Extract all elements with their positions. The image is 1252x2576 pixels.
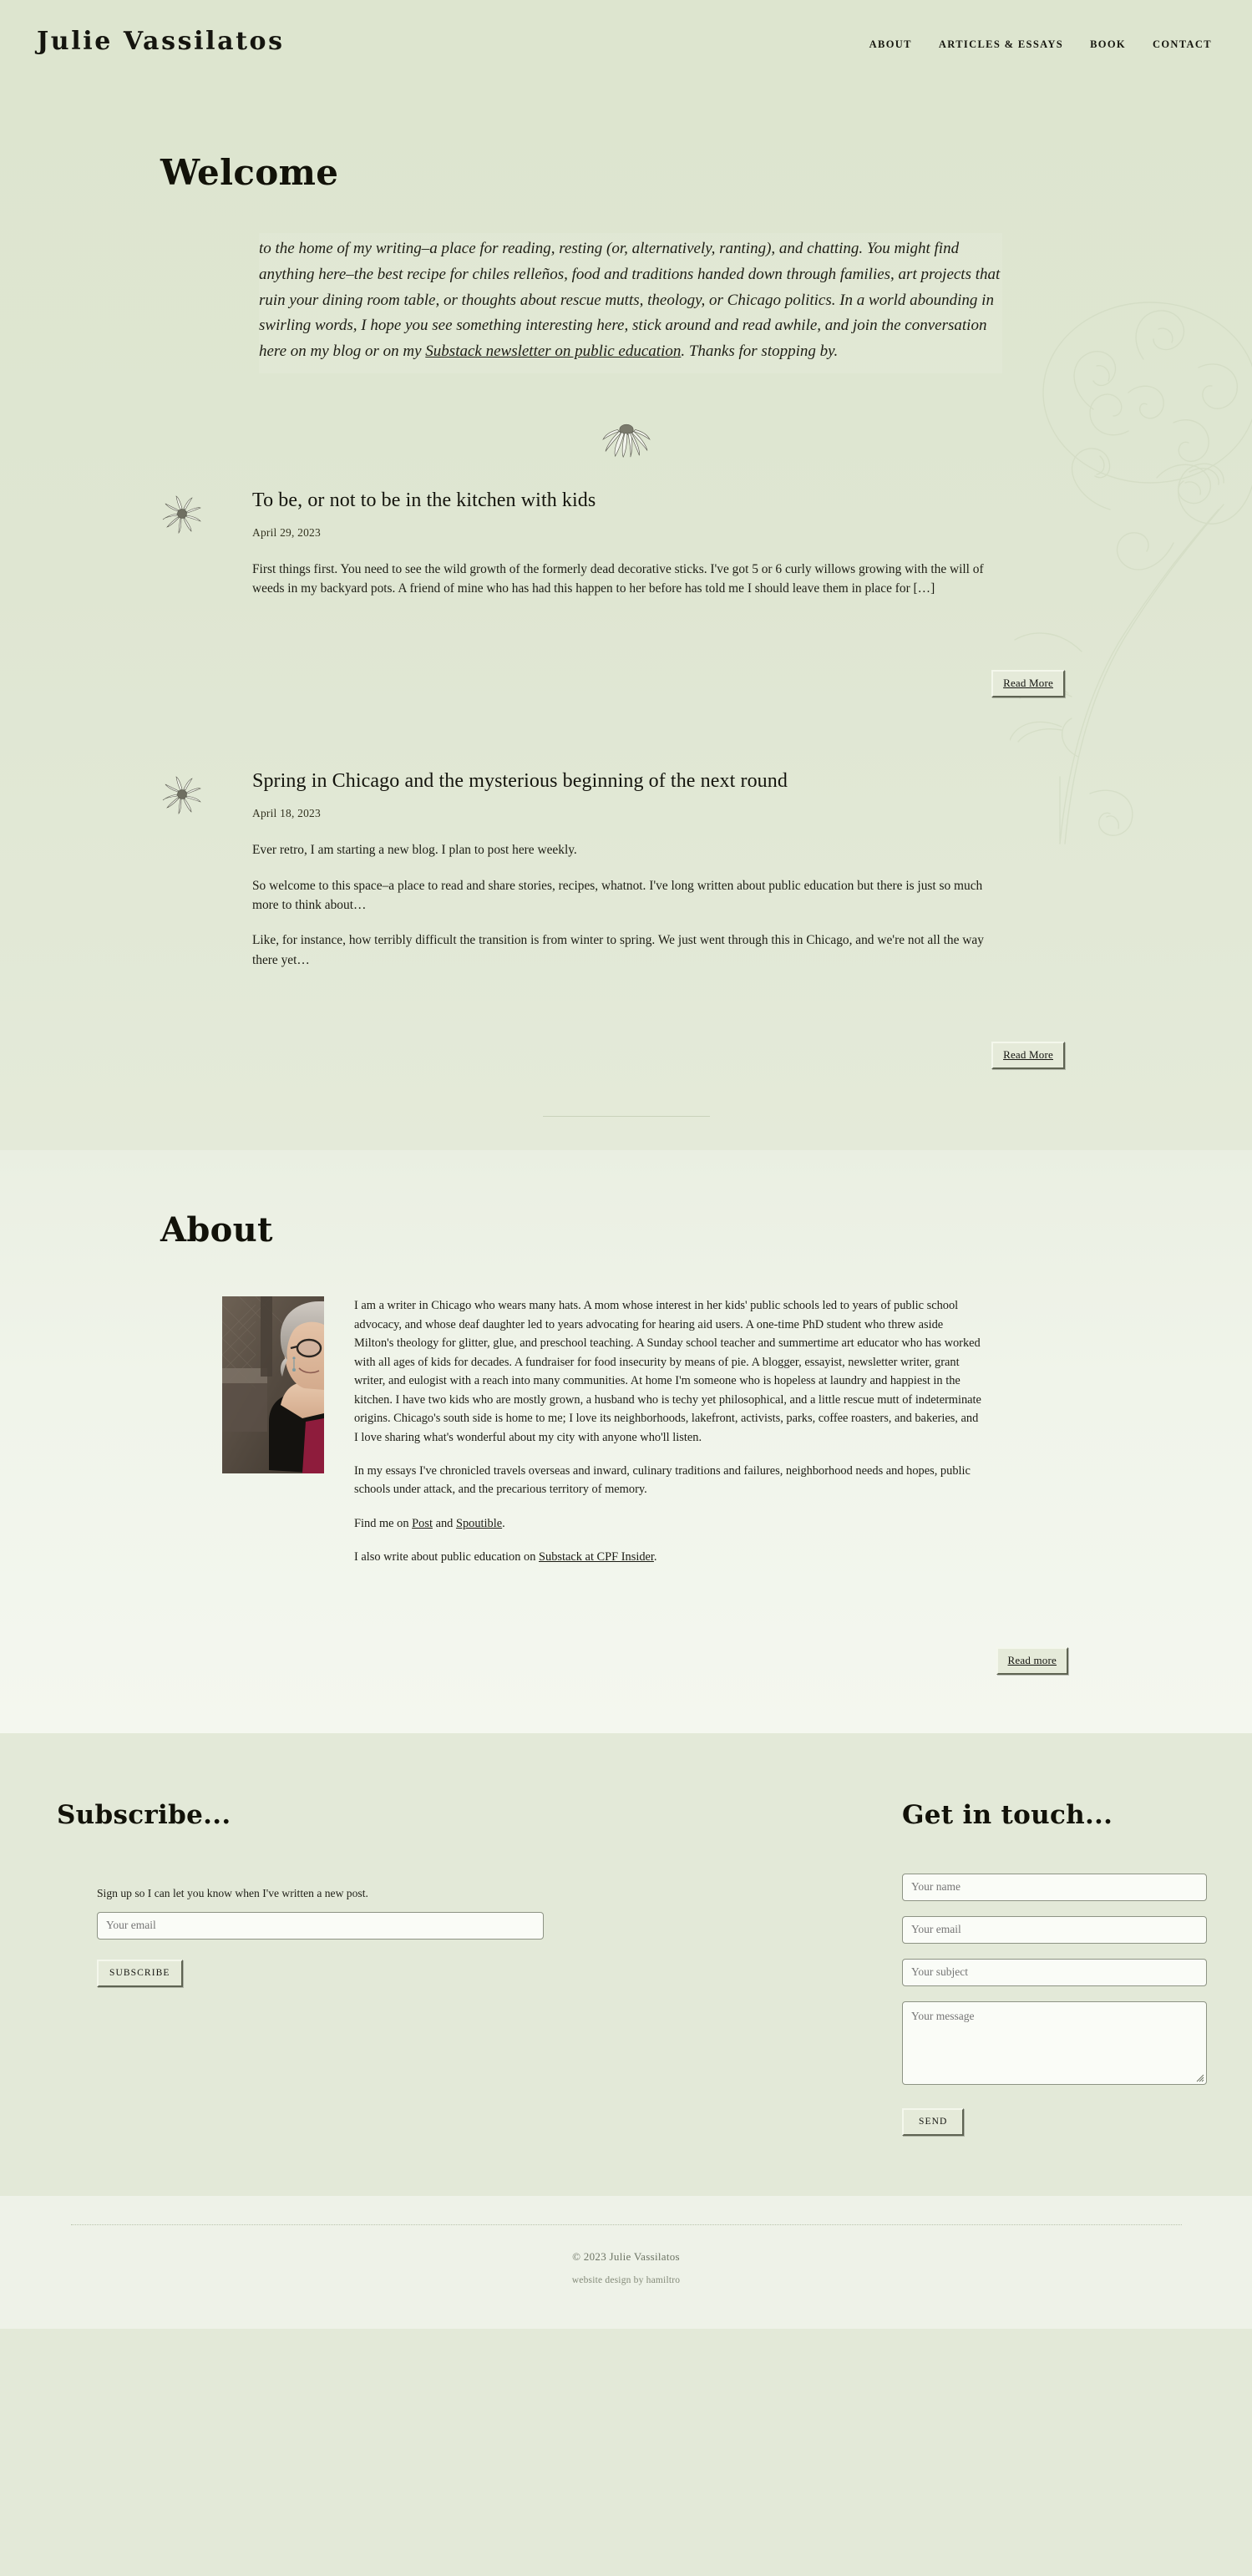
subscribe-contact-section: Subscribe... Sign up so I can let you kn… — [0, 1732, 1252, 2136]
read-more-label: Read More — [1003, 677, 1053, 690]
post-item: To be, or not to be in the kitchen with … — [0, 489, 1252, 599]
subscribe-button[interactable]: SUBSCRIBE — [97, 1959, 183, 1987]
post-paragraph: First things first. You need to see the … — [252, 561, 984, 596]
contact-email-input[interactable] — [902, 1915, 1207, 1944]
post-excerpt: First things first. You need to see the … — [252, 560, 1006, 599]
post-list: To be, or not to be in the kitchen with … — [0, 489, 1252, 1118]
subscribe-column: Subscribe... Sign up so I can let you kn… — [0, 1800, 618, 2136]
subscribe-email-input[interactable] — [97, 1911, 544, 1940]
nav-item-book[interactable]: BOOK — [1090, 38, 1126, 51]
subscribe-heading: Subscribe... — [57, 1799, 231, 1830]
intro-block: to the home of my writing–a place for re… — [259, 233, 1002, 373]
read-more-label: Read More — [1003, 1048, 1053, 1062]
site-header: Julie Vassilatos ABOUT ARTICLES & ESSAYS… — [0, 0, 1252, 100]
find-me-suffix: . — [502, 1516, 505, 1530]
about-heading: About — [160, 1210, 273, 1250]
post-action-row: Read More — [0, 1042, 1252, 1070]
post-item: Spring in Chicago and the mysterious beg… — [0, 769, 1252, 970]
substack-suffix: . — [653, 1550, 657, 1564]
find-me-mid: and — [432, 1516, 456, 1530]
intro-text-part2: . Thanks for stopping by. — [681, 342, 839, 361]
site-title[interactable]: Julie Vassilatos — [37, 27, 285, 56]
post-paragraph: Like, for instance, how terribly difficu… — [252, 933, 984, 967]
post-paragraph: Ever retro, I am starting a new blog. I … — [252, 843, 577, 858]
about-bio: I am a writer in Chicago who wears many … — [324, 1296, 984, 1567]
nav-item-contact[interactable]: CONTACT — [1153, 38, 1212, 51]
post-action-row: Read More — [0, 670, 1252, 698]
send-button[interactable]: SEND — [902, 2107, 965, 2136]
about-read-more-label: Read more — [1007, 1653, 1057, 1666]
read-more-button[interactable]: Read More — [991, 1042, 1065, 1070]
daisy-flower-icon — [162, 776, 201, 815]
post-date: April 18, 2023 — [252, 807, 321, 820]
author-portrait — [222, 1296, 324, 1474]
contact-message-wrapper — [902, 2000, 1207, 2085]
post-content: To be, or not to be in the kitchen with … — [220, 489, 1006, 599]
about-substack: I also write about public education on S… — [354, 1548, 984, 1566]
contact-column: Get in touch... SEND — [618, 1800, 1252, 2136]
nav-item-articles-essays[interactable]: ARTICLES & ESSAYS — [939, 38, 1063, 51]
daisy-flower-icon — [601, 423, 651, 458]
post-content: Spring in Chicago and the mysterious beg… — [220, 769, 1006, 970]
welcome-section: Welcome to the home of my writing–a plac… — [0, 100, 1252, 1151]
substack-newsletter-link[interactable]: Substack newsletter on public education — [425, 342, 681, 360]
find-me-prefix: Find me on — [354, 1516, 413, 1530]
post-social-link[interactable]: Post — [412, 1517, 433, 1530]
about-action-row: Read more — [0, 1646, 1252, 1733]
about-section: About I am a writer in Chicago who wears… — [0, 1150, 1252, 1733]
site-footer: © 2023 Julie Vassilatos website design b… — [0, 2195, 1252, 2329]
daisy-divider — [0, 418, 1252, 460]
contact-subject-input[interactable] — [902, 1958, 1207, 1986]
substack-cpf-insider-link[interactable]: Substack at CPF Insider — [539, 1550, 654, 1564]
welcome-heading: Welcome — [160, 152, 339, 193]
post-excerpt: Ever retro, I am starting a new blog. I … — [252, 840, 1006, 970]
footer-divider — [70, 2224, 1182, 2225]
substack-prefix: I also write about public education on — [354, 1550, 539, 1564]
contact-message-textarea[interactable] — [902, 2000, 1207, 2085]
copyright-text: © 2023 Julie Vassilatos — [572, 2249, 680, 2263]
nav-item-about[interactable]: ABOUT — [869, 38, 912, 51]
about-paragraph-1: I am a writer in Chicago who wears many … — [354, 1299, 981, 1444]
about-find-me: Find me on Post and Spoutible. — [354, 1514, 984, 1533]
design-credit[interactable]: website design by hamiltro — [0, 2275, 1252, 2285]
post-date: April 29, 2023 — [252, 525, 321, 539]
contact-heading: Get in touch... — [902, 1799, 1113, 1830]
intro-paragraph: to the home of my writing–a place for re… — [259, 236, 1002, 365]
post-title[interactable]: Spring in Chicago and the mysterious beg… — [252, 769, 1006, 794]
about-content: I am a writer in Chicago who wears many … — [160, 1296, 1129, 1567]
subscribe-note: Sign up so I can let you know when I've … — [97, 1886, 368, 1899]
post-title[interactable]: To be, or not to be in the kitchen with … — [252, 489, 1006, 513]
contact-form: SEND — [902, 1873, 1252, 2136]
section-divider — [542, 1116, 710, 1118]
about-read-more-button[interactable]: Read more — [996, 1646, 1068, 1675]
post-flower-decoration — [160, 769, 220, 970]
about-paragraph-2: In my essays I've chronicled travels ove… — [354, 1464, 971, 1497]
main-navigation: ABOUT ARTICLES & ESSAYS BOOK CONTACT — [869, 27, 1212, 51]
portrait-image — [222, 1296, 324, 1474]
spoutible-social-link[interactable]: Spoutible — [456, 1517, 502, 1530]
lower-spacer — [0, 2135, 1252, 2196]
daisy-flower-icon — [162, 495, 201, 534]
read-more-button[interactable]: Read More — [991, 670, 1065, 698]
post-paragraph: So welcome to this space–a place to read… — [252, 878, 983, 913]
post-flower-decoration — [160, 489, 220, 599]
contact-name-input[interactable] — [902, 1873, 1207, 1901]
